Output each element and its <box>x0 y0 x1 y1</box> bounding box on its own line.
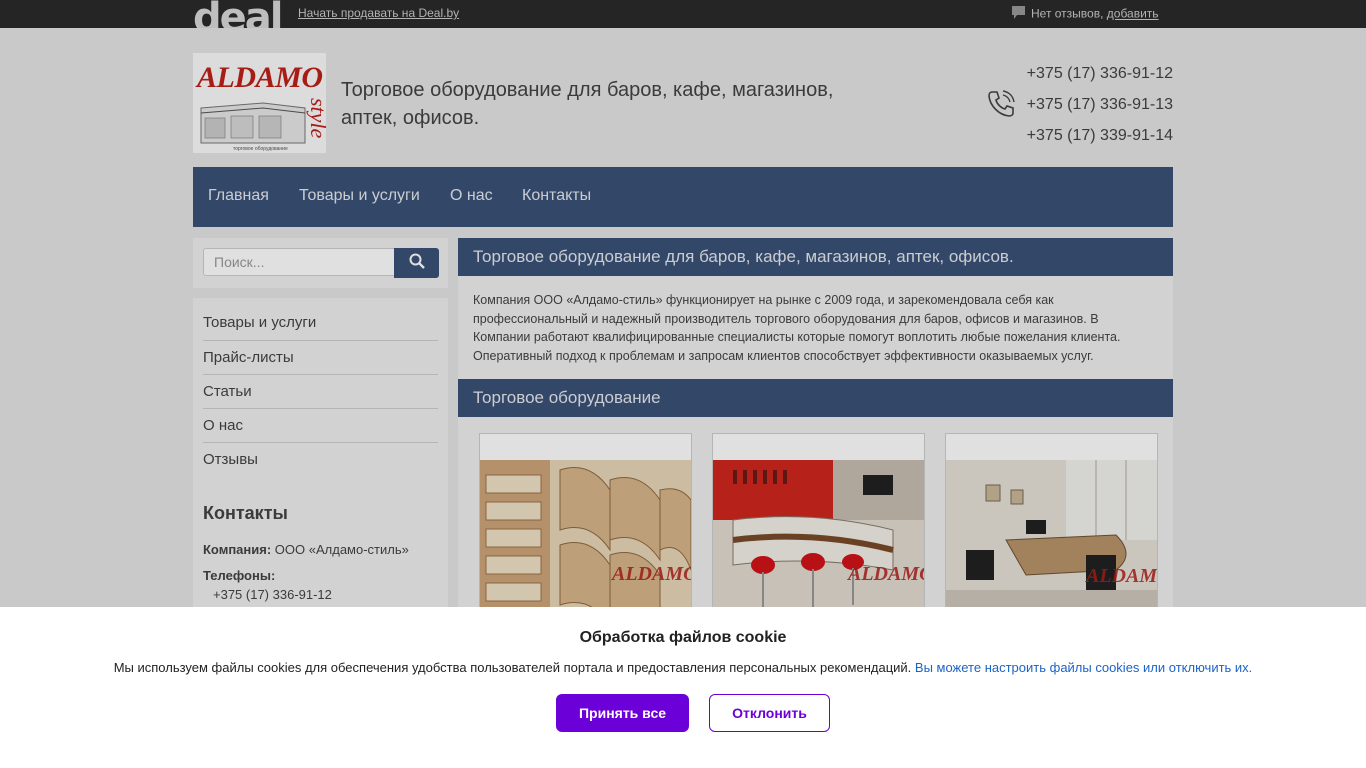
decline-button[interactable]: Отклонить <box>709 694 830 732</box>
cookie-title: Обработка файлов cookie <box>579 629 787 646</box>
cookie-text: Мы используем файлы cookies для обеспече… <box>0 660 1366 675</box>
cookie-banner: Обработка файлов cookie Мы используем фа… <box>0 607 1366 768</box>
modal-overlay <box>0 0 1366 607</box>
cookie-settings-link[interactable]: Вы можете настроить файлы cookies или от… <box>915 660 1252 675</box>
accept-all-button[interactable]: Принять все <box>556 694 689 732</box>
cookie-description: Мы используем файлы cookies для обеспече… <box>113 660 912 675</box>
